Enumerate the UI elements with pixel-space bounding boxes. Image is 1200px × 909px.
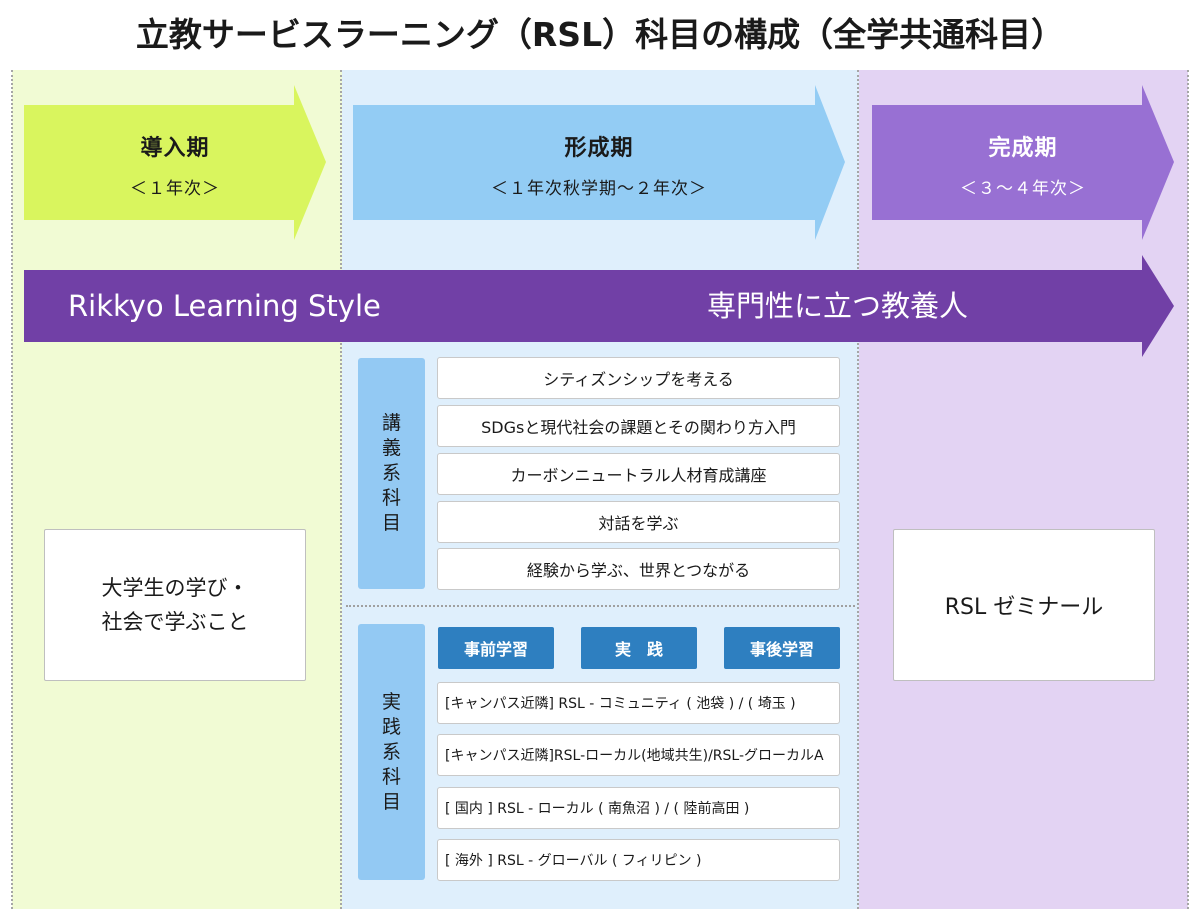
lecture-courses-label: 講義系科目 [358,358,425,589]
vertical-label-char: 講 [381,412,401,434]
practice-course-item: [ 国内 ] RSL - ローカル ( 南魚沼 ) / ( 陸前高田 ) [437,787,840,829]
vertical-label-char: 科 [381,765,401,788]
phase-arrow-intro: 導入期 ＜１年次＞ [24,85,326,240]
lecture-course-item: カーボンニュートラル人材育成講座 [437,453,840,495]
practice-course-item: [キャンパス近隣] RSL - コミュニティ ( 池袋 ) / ( 埼玉 ) [437,682,840,724]
intro-card-line: 社会で学ぶこと [101,610,249,634]
lecture-course-item: シティズンシップを考える [437,357,840,399]
phase-range: ＜１年次秋学期〜２年次＞ [491,179,707,199]
band-left-text: Rikkyo Learning Style [68,289,381,323]
vertical-label-char: 目 [381,790,401,813]
column-divider [11,70,13,909]
vertical-label-char: 践 [381,715,401,738]
column-divider [1187,70,1189,909]
practice-course-item: [ 海外 ] RSL - グローバル ( フィリピン ) [437,839,840,881]
phase-name: 完成期 [988,136,1058,161]
practice-course-item: [キャンパス近隣]RSL-ローカル(地域共生)/RSL-グローカルA [437,734,840,776]
vertical-label-char: 系 [381,740,401,763]
vertical-label-char: 目 [381,512,401,534]
phase-range: ＜３〜４年次＞ [960,179,1086,199]
step-practice: 実 践 [581,627,697,669]
seminar-card-text: RSL ゼミナール [944,595,1104,620]
vertical-label-char: 実 [381,690,401,713]
phase-name: 導入期 [140,136,210,161]
page-title: 立教サービスラーニング（RSL）科目の構成（全学共通科目） [135,15,1065,54]
phase-name: 形成期 [564,136,634,161]
phase-range: ＜１年次＞ [130,179,220,199]
lecture-course-item: 対話を学ぶ [437,501,840,543]
step-post-study: 事後学習 [724,627,840,669]
seminar-card: RSL ゼミナール [893,529,1155,681]
vertical-label-char: 義 [381,437,401,459]
column-divider [857,70,859,909]
lecture-course-item: 経験から学ぶ、世界とつながる [437,548,840,590]
step-pre-study: 事前学習 [438,627,554,669]
learning-style-band: Rikkyo Learning Style 専門性に立つ教養人 [24,255,1174,357]
intro-card-line: 大学生の学び・ [101,576,249,600]
vertical-label-char: 科 [381,487,401,509]
phase-arrow-formation: 形成期 ＜１年次秋学期〜２年次＞ [353,85,845,240]
intro-course-card: 大学生の学び・ 社会で学ぶこと [44,529,306,681]
band-right-text: 専門性に立つ教養人 [707,289,969,323]
section-divider [346,605,855,607]
vertical-label-char: 系 [381,462,401,484]
lecture-course-item: SDGsと現代社会の課題とその関わり方入門 [437,405,840,447]
practice-courses-label: 実践系科目 [358,624,425,880]
column-divider [340,70,342,909]
phase-arrow-completion: 完成期 ＜３〜４年次＞ [872,85,1174,240]
